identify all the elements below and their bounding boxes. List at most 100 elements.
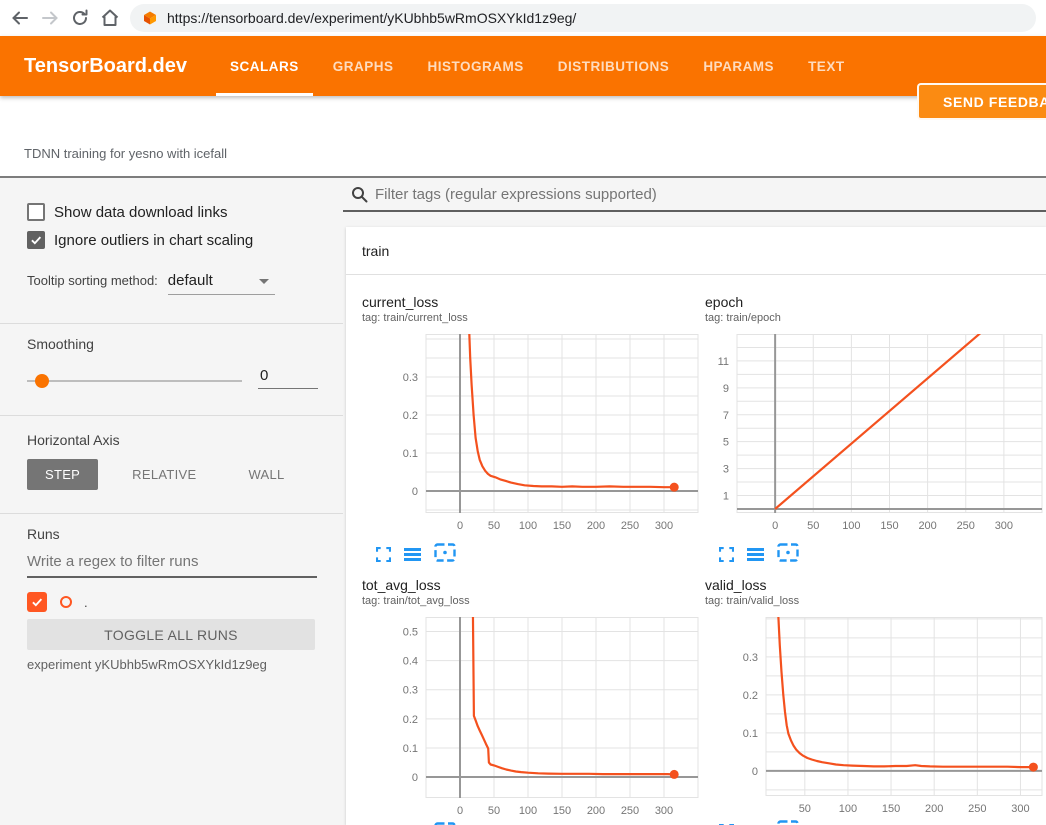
- line-chart[interactable]: 05010015020025030000.10.20.3: [362, 334, 700, 535]
- svg-text:0.3: 0.3: [403, 685, 418, 697]
- svg-text:0.2: 0.2: [403, 410, 418, 422]
- checkbox-label: Show data download links: [54, 204, 227, 221]
- settings-sidebar: Show data download links Ignore outliers…: [0, 179, 343, 825]
- svg-text:0: 0: [752, 766, 758, 778]
- expand-chart-icon[interactable]: [719, 547, 734, 567]
- chart-title: tot_avg_loss: [362, 577, 700, 593]
- tensorboard-screen: https://tensorboard.dev/experiment/yKUbh…: [0, 0, 1046, 825]
- ignore-outliers-checkbox[interactable]: Ignore outliers in chart scaling: [27, 231, 253, 249]
- tag-group-title: train: [362, 243, 389, 259]
- svg-text:0.1: 0.1: [743, 728, 758, 740]
- checkbox-label: Ignore outliers in chart scaling: [54, 232, 253, 249]
- chart-title: epoch: [705, 294, 1042, 310]
- smoothing-value-field[interactable]: [258, 365, 318, 389]
- svg-text:200: 200: [587, 520, 605, 532]
- svg-text:0.4: 0.4: [403, 656, 418, 668]
- svg-text:50: 50: [799, 803, 811, 815]
- svg-text:200: 200: [918, 520, 936, 532]
- line-chart[interactable]: 0501001502002503001357911: [705, 334, 1044, 535]
- axis-step-button[interactable]: STEP: [27, 459, 98, 490]
- fit-domain-icon[interactable]: [777, 820, 799, 825]
- chart-title: valid_loss: [705, 577, 1042, 593]
- run-item[interactable]: .: [27, 591, 88, 613]
- run-checkbox-icon[interactable]: [27, 592, 47, 612]
- svg-text:100: 100: [842, 520, 860, 532]
- address-bar[interactable]: https://tensorboard.dev/experiment/yKUbh…: [130, 4, 1036, 32]
- svg-text:0: 0: [457, 520, 463, 532]
- tab-graphs[interactable]: GRAPHS: [319, 36, 408, 96]
- divider: [0, 415, 343, 416]
- runs-label: Runs: [27, 526, 60, 542]
- divider: [0, 323, 343, 324]
- svg-text:250: 250: [621, 520, 639, 532]
- svg-text:0: 0: [412, 486, 418, 498]
- axis-wall-button[interactable]: WALL: [230, 459, 302, 490]
- run-name: .: [84, 595, 88, 610]
- tab-hparams[interactable]: HPARAMS: [689, 36, 788, 96]
- tab-text[interactable]: TEXT: [794, 36, 859, 96]
- svg-text:200: 200: [587, 805, 605, 817]
- expand-chart-icon[interactable]: [376, 547, 391, 567]
- chart-tag: tag: train/epoch: [705, 311, 1042, 325]
- experiment-caption: experiment yKUbhb5wRmOSXYkId1z9eg: [27, 657, 267, 672]
- axis-relative-button[interactable]: RELATIVE: [114, 459, 214, 490]
- chart-tag: tag: train/tot_avg_loss: [362, 594, 700, 608]
- line-chart[interactable]: 05010015020025030000.10.20.30.40.5: [362, 617, 700, 820]
- smoothing-label: Smoothing: [27, 336, 94, 352]
- svg-text:200: 200: [925, 803, 943, 815]
- log-scale-icon[interactable]: [747, 547, 764, 567]
- svg-text:3: 3: [723, 464, 729, 476]
- svg-text:0.2: 0.2: [743, 690, 758, 702]
- log-scale-icon[interactable]: [404, 547, 421, 567]
- tooltip-sorting-select[interactable]: default: [168, 272, 275, 295]
- send-feedback-button[interactable]: SEND FEEDBACK: [917, 83, 1046, 120]
- chart-title: current_loss: [362, 294, 700, 310]
- horizontal-axis-label: Horizontal Axis: [27, 432, 120, 448]
- tag-filter-bar: [343, 179, 1046, 212]
- svg-text:1: 1: [723, 491, 729, 503]
- chart-actions: [376, 543, 700, 567]
- checkbox-unchecked-icon: [27, 203, 45, 221]
- svg-text:0: 0: [457, 805, 463, 817]
- chart-tag: tag: train/valid_loss: [705, 594, 1042, 608]
- brand-title: TensorBoard.dev: [24, 36, 187, 96]
- smoothing-slider-thumb[interactable]: [35, 374, 49, 388]
- chart-card-current-loss: current_loss tag: train/current_loss 050…: [362, 294, 700, 567]
- svg-text:7: 7: [723, 410, 729, 422]
- tooltip-sorting-value: default: [168, 272, 213, 289]
- search-icon: [351, 186, 368, 203]
- svg-text:150: 150: [553, 805, 571, 817]
- top-nav: SCALARS GRAPHS HISTOGRAMS DISTRIBUTIONS …: [213, 36, 862, 96]
- site-icon: [142, 10, 158, 26]
- svg-text:0.2: 0.2: [403, 714, 418, 726]
- svg-text:0.1: 0.1: [403, 743, 418, 755]
- horizontal-axis-toggle: STEP RELATIVE WALL: [27, 459, 303, 490]
- home-icon[interactable]: [98, 6, 122, 30]
- smoothing-slider[interactable]: [27, 380, 242, 382]
- svg-text:300: 300: [655, 805, 673, 817]
- url-text: https://tensorboard.dev/experiment/yKUbh…: [167, 10, 576, 26]
- svg-text:300: 300: [995, 520, 1013, 532]
- svg-text:9: 9: [723, 383, 729, 395]
- smoothing-value-input[interactable]: [258, 365, 318, 388]
- toggle-all-runs-button[interactable]: TOGGLE ALL RUNS: [27, 619, 315, 650]
- tab-histograms[interactable]: HISTOGRAMS: [414, 36, 538, 96]
- tag-group-header[interactable]: train: [346, 227, 1046, 275]
- runs-filter-input[interactable]: [27, 551, 317, 576]
- svg-text:5: 5: [723, 437, 729, 449]
- svg-text:150: 150: [553, 520, 571, 532]
- chart-tag: tag: train/current_loss: [362, 311, 700, 325]
- tab-scalars[interactable]: SCALARS: [216, 36, 313, 96]
- forward-icon[interactable]: [38, 6, 62, 30]
- fit-domain-icon[interactable]: [434, 543, 456, 567]
- tag-filter-input[interactable]: [375, 186, 1046, 203]
- svg-text:100: 100: [519, 520, 537, 532]
- chevron-down-icon: [259, 279, 269, 284]
- line-chart[interactable]: 5010015020025030000.10.20.3: [705, 617, 1044, 818]
- tab-distributions[interactable]: DISTRIBUTIONS: [544, 36, 684, 96]
- show-download-links-checkbox[interactable]: Show data download links: [27, 203, 227, 221]
- reload-icon[interactable]: [68, 6, 92, 30]
- back-icon[interactable]: [8, 6, 32, 30]
- fit-domain-icon[interactable]: [777, 543, 799, 567]
- smoothing-slider-row: [27, 369, 318, 393]
